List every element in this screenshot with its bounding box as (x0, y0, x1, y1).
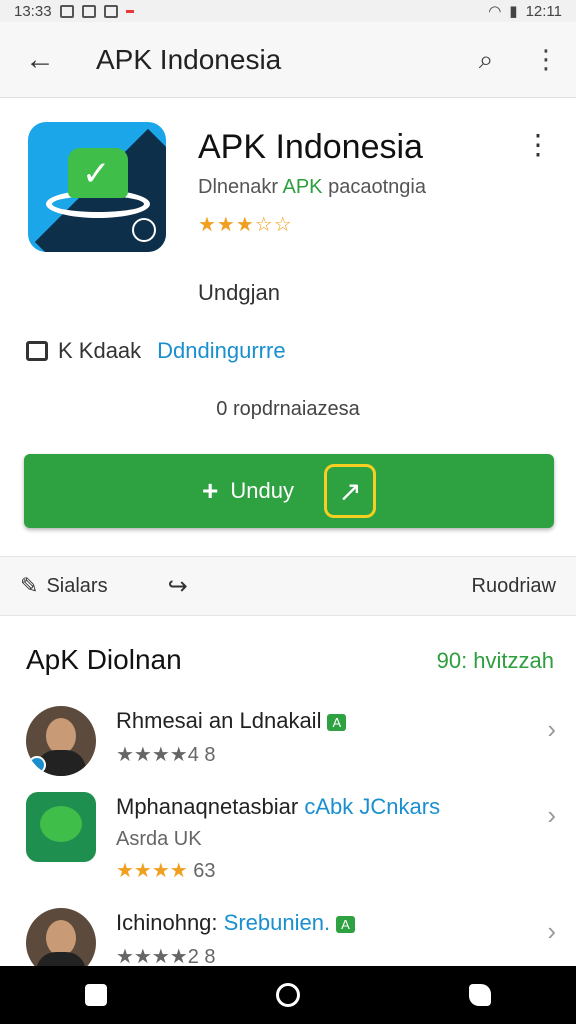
nav-recents-icon[interactable] (469, 984, 492, 1006)
item-name-text: Rhmesai an Ldnakail (116, 708, 322, 733)
app-icon (26, 792, 96, 862)
developer-highlight: APK (282, 176, 323, 198)
avatar (26, 706, 96, 776)
meta-row: K Kdaak Ddndingurrre (26, 338, 286, 364)
app-header: ✓ APK Indonesia ⋮ Dlnenakr APK pacaotngi… (0, 100, 576, 556)
search-button[interactable]: ⌕ (456, 22, 516, 98)
arrow-left-icon: ← (25, 42, 55, 76)
list-item[interactable]: Rhmesai an Ldnakail A ★★★★4 8 › (0, 700, 576, 794)
list-item[interactable]: Mphanaqnetasbiar cAbk JCnkars Asrda UK ★… (0, 786, 576, 883)
edit-label[interactable]: Sialars (46, 575, 107, 598)
android-icon (40, 806, 82, 842)
related-section: ApK Diolnan 90: hvitzzah Rhmesai an Ldna… (0, 628, 576, 978)
section-more-link[interactable]: 90: hvitzzah (437, 648, 554, 674)
status-right: ◠ ▮ 12:11 (488, 2, 562, 21)
more-vert-icon: ⋮ (533, 44, 559, 74)
size-text: 0 ropdrnaiazesa (216, 398, 360, 420)
nav-home-icon[interactable] (275, 983, 300, 1007)
tag-badge: A (336, 915, 355, 933)
meta-link[interactable]: Ddndingurrre (157, 338, 285, 364)
developer-suffix: pacaotngia (322, 176, 426, 198)
review-label[interactable]: Ruodriaw (472, 575, 556, 598)
chevron-right-icon: › (547, 916, 556, 946)
meta-label: K Kdaak (58, 338, 142, 363)
item-rating: ★★★★4 8 (116, 744, 216, 766)
open-external-icon[interactable]: ↗ (323, 464, 376, 518)
back-button[interactable]: ← (0, 22, 80, 98)
rating-stars: ★★★★ (116, 860, 188, 882)
developer-name[interactable]: Dlnenakr APK pacaotngia (198, 176, 426, 199)
item-subtitle: Asrda UK (116, 828, 202, 850)
item-name-text: Mphanaqnetasbiar (116, 794, 305, 819)
search-icon: ⌕ (478, 43, 494, 74)
rating-count: 63 (187, 860, 216, 882)
chevron-right-icon: › (547, 714, 556, 744)
pencil-icon[interactable]: ✎ (20, 573, 38, 599)
item-name: Rhmesai an Ldnakail A (116, 708, 347, 734)
install-label: Unduy (230, 478, 294, 503)
nav-bar (0, 966, 576, 1024)
more-button[interactable]: ⋮ (516, 22, 576, 98)
install-button[interactable]: + Unduy ↗ (24, 454, 554, 528)
item-name-highlight: Srebunien. (223, 910, 331, 935)
share-icon[interactable]: ↪ (168, 572, 188, 601)
wifi-icon: ◠ (488, 3, 502, 20)
plus-icon: + (202, 475, 219, 506)
downloads-label: Undgjan (198, 280, 280, 305)
avatar-face (46, 920, 76, 956)
item-name: Ichinohng: Srebunien. A (116, 910, 355, 936)
item-name-highlight: cAbk JCnkars (304, 794, 441, 819)
status-bar: 13:33 ◠ ▮ 12:11 (0, 0, 576, 22)
chevron-right-icon: › (547, 800, 556, 830)
status-left: 13:33 (14, 3, 134, 20)
check-icon: ✓ (82, 155, 111, 193)
action-row: ✎ Sialars ↪ Ruodriaw (0, 556, 576, 616)
verified-icon (28, 756, 46, 774)
rating-stars: ★★★☆☆ (198, 214, 293, 236)
more-vert-icon[interactable]: ⋮ (524, 128, 552, 161)
document-icon (26, 341, 48, 361)
section-title: ApK Diolnan (26, 644, 182, 675)
signal-icon: ▮ (509, 3, 518, 20)
notification-dot-icon (125, 9, 134, 13)
app-name: APK Indonesia (198, 128, 423, 166)
app-icon: ✓ (28, 122, 166, 252)
page-title: APK Indonesia (96, 43, 282, 75)
item-name: Mphanaqnetasbiar cAbk JCnkars (116, 794, 440, 820)
avatar-face (46, 718, 76, 754)
nav-back-icon[interactable] (84, 984, 107, 1006)
app-badge-icon (132, 218, 156, 242)
status-time-left: 13:33 (14, 2, 52, 20)
app-bar: ← APK Indonesia ⌕ ⋮ (0, 22, 576, 98)
status-time-right: 12:11 (525, 2, 562, 20)
notification-icon (103, 4, 118, 18)
developer-prefix: Dlnenakr (198, 176, 283, 198)
notification-icon (59, 4, 74, 18)
tag-badge: A (327, 713, 347, 731)
notification-icon (81, 4, 96, 18)
item-name-text: Ichinohng: (116, 910, 224, 935)
item-rating: ★★★★ 63 (116, 858, 216, 883)
